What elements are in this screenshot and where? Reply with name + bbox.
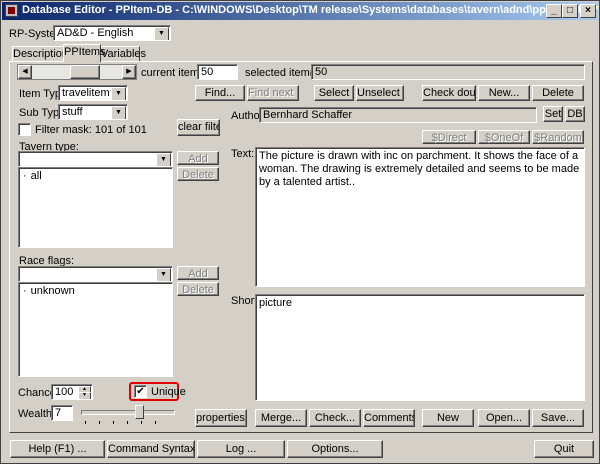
scroll-right-icon[interactable]: ▶ <box>122 65 136 79</box>
tab-ppitems[interactable]: PPItems <box>63 44 106 62</box>
check-button[interactable]: Check... <box>309 409 361 427</box>
chevron-down-icon[interactable]: ▼ <box>111 106 126 119</box>
main-window: Database Editor - PPItem-DB - C:\WINDOWS… <box>0 0 600 464</box>
author-set-button[interactable]: Set <box>543 106 563 122</box>
chevron-down-icon[interactable]: ▼ <box>156 268 171 281</box>
chevron-down-icon[interactable]: ▼ <box>154 27 169 40</box>
list-item[interactable]: unknown <box>23 285 75 297</box>
race-delete-button[interactable]: Delete <box>177 282 219 296</box>
race-flags-list[interactable]: unknown <box>18 282 173 377</box>
wealth-label: Wealth: <box>18 408 56 420</box>
save-button[interactable]: Save... <box>532 409 584 427</box>
tavern-type-select[interactable]: ▼ <box>18 151 173 167</box>
item-type-select[interactable]: travelitem ▼ <box>58 85 128 101</box>
command-syntax-button[interactable]: Command Syntax (F2) ... <box>107 440 195 458</box>
scroll-left-icon[interactable]: ◀ <box>18 65 32 79</box>
text-label: Text: <box>231 148 255 160</box>
find-next-button[interactable]: Find next (F3) <box>247 85 299 101</box>
sub-type-value: stuff <box>62 106 83 118</box>
slider-thumb[interactable] <box>135 405 144 419</box>
filter-mask-checkbox[interactable] <box>18 123 31 136</box>
item-type-value: travelitem <box>62 87 110 99</box>
comments-button[interactable]: Comments... <box>363 409 415 427</box>
open-button[interactable]: Open... <box>478 409 530 427</box>
text-area[interactable]: The picture is drawn with inc on parchme… <box>255 147 585 287</box>
direct-button[interactable]: $Direct <box>422 130 476 144</box>
delete-item-button[interactable]: Delete <box>532 85 584 101</box>
random-button[interactable]: $Random <box>532 130 584 144</box>
window-title: Database Editor - PPItem-DB - C:\WINDOWS… <box>22 4 599 16</box>
author-input[interactable]: Bernhard Schaffer <box>259 107 537 123</box>
maximize-icon[interactable]: □ <box>562 4 578 18</box>
oneof-button[interactable]: $OneOf <box>478 130 530 144</box>
minimize-icon[interactable]: _ <box>546 4 562 18</box>
properties-button[interactable]: properties... <box>195 409 247 427</box>
new-item-button[interactable]: New... <box>478 85 530 101</box>
check-double-button[interactable]: Check double <box>422 85 476 101</box>
sub-type-select[interactable]: stuff ▼ <box>58 104 128 120</box>
new-button[interactable]: New <box>422 409 474 427</box>
list-item[interactable]: all <box>23 170 42 182</box>
slider-ticks <box>85 421 169 424</box>
options-button[interactable]: Options... <box>287 440 383 458</box>
title-bar[interactable]: Database Editor - PPItem-DB - C:\WINDOWS… <box>2 2 598 20</box>
chevron-down-icon[interactable]: ▼ <box>111 87 126 100</box>
race-add-button[interactable]: Add <box>177 266 219 280</box>
unique-checkbox[interactable]: ✔ <box>134 385 147 398</box>
tavern-add-button[interactable]: Add <box>177 151 219 165</box>
chevron-down-icon[interactable]: ▼ <box>156 153 171 166</box>
chance-value: 100 <box>55 386 74 398</box>
clear-filter-button[interactable]: clear filter <box>177 119 220 136</box>
tavern-delete-button[interactable]: Delete <box>177 167 219 181</box>
current-item-input[interactable]: 50 <box>197 64 238 80</box>
quit-button[interactable]: Quit <box>534 440 594 458</box>
unselect-all-button[interactable]: Unselect all <box>356 85 404 101</box>
unique-label: Unique <box>151 386 186 398</box>
short-area[interactable]: picture <box>255 294 585 401</box>
tab-variables[interactable]: Variables <box>100 46 146 61</box>
find-button[interactable]: Find... <box>195 85 245 101</box>
rp-system-value: AD&D - English <box>57 27 134 39</box>
merge-button[interactable]: Merge... <box>255 409 307 427</box>
race-flags-select[interactable]: ▼ <box>18 266 173 282</box>
scroll-thumb[interactable] <box>70 65 100 79</box>
select-button[interactable]: Select <box>314 85 354 101</box>
tab-descriptions[interactable]: Descriptions <box>12 46 74 61</box>
chance-input[interactable]: 100 ▲ ▼ <box>51 384 93 400</box>
wealth-slider[interactable] <box>79 405 175 425</box>
wealth-input[interactable]: 7 <box>51 405 73 421</box>
slider-track <box>81 410 175 415</box>
log-button[interactable]: Log ... <box>197 440 285 458</box>
spin-down-icon[interactable]: ▼ <box>78 392 91 399</box>
filter-mask-label: Filter mask: 101 of 101 <box>35 124 147 136</box>
tavern-type-list[interactable]: all <box>18 167 173 248</box>
close-icon[interactable]: × <box>580 4 596 18</box>
selected-items-input[interactable]: 50 <box>311 64 585 80</box>
author-db-button[interactable]: DB <box>565 106 585 122</box>
help-button[interactable]: Help (F1) ... <box>10 440 105 458</box>
rp-system-select[interactable]: AD&D - English ▼ <box>53 25 171 41</box>
item-scrollbar[interactable]: ◀ ▶ <box>17 64 137 80</box>
app-icon <box>5 4 18 17</box>
